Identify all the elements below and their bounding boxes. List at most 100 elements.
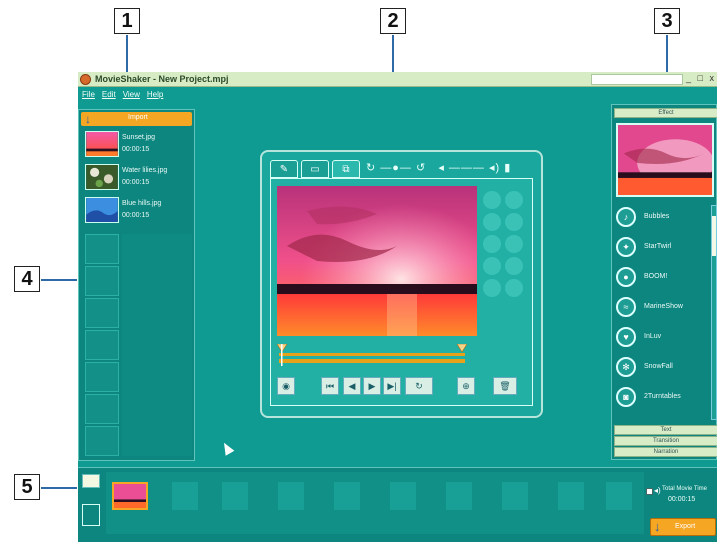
effect-label: Bubbles bbox=[644, 213, 670, 220]
fit-frame-icon[interactable]: ⊕ bbox=[457, 377, 475, 395]
play-icon[interactable]: ▶ bbox=[363, 377, 381, 395]
total-movie-time-value: 00:00:15 bbox=[668, 496, 696, 503]
clip-duration: 00:00:15 bbox=[122, 146, 150, 153]
menu-view[interactable]: View bbox=[123, 90, 140, 102]
tab-effect[interactable]: Effect bbox=[614, 108, 717, 118]
tab-shaker-icon[interactable]: ✎ bbox=[270, 160, 298, 178]
boom-icon: ● bbox=[616, 267, 636, 287]
clip-thumbnail-sunset bbox=[85, 131, 119, 157]
storyboard-slot bbox=[222, 482, 248, 510]
preview-tabs: ✎ ▭ ⧉ bbox=[270, 160, 360, 178]
clip-duration: 00:00:15 bbox=[122, 179, 150, 186]
effect-label: MarineShow bbox=[644, 303, 683, 310]
effect-item[interactable]: ◙ 2Turntables bbox=[616, 385, 710, 409]
timeline-view-icon[interactable] bbox=[82, 504, 100, 526]
preview-area: ◉ ⏮ ◀ ▶ ▶| ↻ ⊕ 🗑 bbox=[270, 178, 533, 406]
tab-narration[interactable]: Narration bbox=[614, 447, 717, 457]
window-title: MovieShaker - New Project.mpj bbox=[95, 74, 229, 84]
empty-slot bbox=[85, 266, 119, 296]
title-bar: MovieShaker - New Project.mpj _ □ x bbox=[78, 72, 717, 87]
clip-duration: 00:00:15 bbox=[122, 212, 150, 219]
import-button[interactable]: ↓ Import bbox=[81, 112, 192, 126]
storyboard-slot bbox=[446, 482, 472, 510]
export-button[interactable]: ↓ Export bbox=[650, 518, 716, 536]
storyboard-strip bbox=[106, 472, 644, 534]
turntable-icon: ◙ bbox=[616, 387, 636, 407]
storyboard-slot bbox=[334, 482, 360, 510]
down-arrow-icon: ↓ bbox=[85, 112, 91, 126]
effect-panel: Effect ♪ Bubbles ✦ StarTwirl ● BOOM! ≈ M… bbox=[611, 104, 717, 460]
clip-item[interactable]: Water lilies.jpg 00:00:15 bbox=[85, 164, 191, 192]
playback-controls: ◉ ⏮ ◀ ▶ ▶| ↻ ⊕ 🗑 bbox=[271, 374, 534, 402]
import-panel: ↓ Import Sunset.jpg 00:00:15 Water lilie… bbox=[78, 109, 195, 461]
storyboard-slot bbox=[558, 482, 584, 510]
clip-thumbnail-blue-hills bbox=[85, 197, 119, 223]
effect-item[interactable]: ● BOOM! bbox=[616, 265, 710, 289]
empty-slot bbox=[85, 298, 119, 328]
heart-icon: ♥ bbox=[616, 327, 636, 347]
loop-toggle-icon[interactable]: ↻ bbox=[405, 377, 433, 395]
effect-item[interactable]: ♥ InLuv bbox=[616, 325, 710, 349]
menu-edit[interactable]: Edit bbox=[102, 90, 116, 102]
title-bar-field bbox=[591, 74, 683, 85]
clip-name: Sunset.jpg bbox=[122, 134, 156, 141]
effect-label: SnowFall bbox=[644, 363, 673, 370]
menu-bar: File Edit View Help bbox=[78, 90, 163, 102]
storyboard-slot bbox=[502, 482, 528, 510]
total-movie-time: ◂) Total Movie Time 00:00:15 bbox=[646, 486, 716, 510]
trim-slider[interactable] bbox=[277, 344, 467, 366]
skip-to-start-icon[interactable]: ⏮ bbox=[321, 377, 339, 395]
app-icon bbox=[80, 74, 91, 85]
effect-item[interactable]: ≈ MarineShow bbox=[616, 295, 710, 319]
callout-1: 1 bbox=[114, 8, 140, 34]
import-list-area bbox=[122, 234, 192, 456]
effect-preview-image bbox=[616, 123, 714, 197]
effect-scroll-thumb[interactable] bbox=[712, 216, 716, 256]
storyboard-slot bbox=[606, 482, 632, 510]
empty-slot bbox=[85, 234, 119, 264]
menu-help[interactable]: Help bbox=[147, 90, 163, 102]
clip-item[interactable]: Blue hills.jpg 00:00:15 bbox=[85, 197, 191, 225]
marine-show-icon: ≈ bbox=[616, 297, 636, 317]
tab-film-icon[interactable]: ▭ bbox=[301, 160, 329, 178]
speaker-icon: ◂) bbox=[654, 486, 661, 495]
down-arrow-icon: ↓ bbox=[654, 519, 661, 534]
effect-item[interactable]: ✻ SnowFall bbox=[616, 355, 710, 379]
effect-label: InLuv bbox=[644, 333, 662, 340]
tab-text[interactable]: Text bbox=[614, 425, 717, 435]
callout-2: 2 bbox=[380, 8, 406, 34]
tab-transition[interactable]: Transition bbox=[614, 436, 717, 446]
storyboard-view-icon[interactable] bbox=[82, 474, 100, 488]
callout-5-line bbox=[41, 487, 77, 489]
effect-item[interactable]: ✦ StarTwirl bbox=[616, 235, 710, 259]
clip-item[interactable]: Sunset.jpg 00:00:15 bbox=[85, 131, 191, 159]
trash-icon[interactable]: 🗑 bbox=[493, 377, 517, 395]
preview-toolrow-icons: ↻ —●— ↺ ◂ ——— ◂) ▮ bbox=[366, 162, 512, 174]
screenshot-stage: 1 2 3 4 5 MovieShaker - New Project.mpj … bbox=[0, 0, 717, 542]
empty-slot bbox=[85, 330, 119, 360]
empty-slot bbox=[85, 362, 119, 392]
storyboard-slot bbox=[278, 482, 304, 510]
effect-list: ♪ Bubbles ✦ StarTwirl ● BOOM! ≈ MarineSh… bbox=[616, 205, 710, 420]
step-forward-icon[interactable]: ▶| bbox=[383, 377, 401, 395]
empty-slot bbox=[85, 394, 119, 424]
storyboard-clip-sunset[interactable] bbox=[112, 482, 148, 510]
effect-label: StarTwirl bbox=[644, 243, 672, 250]
menu-file[interactable]: File bbox=[82, 90, 95, 102]
window-controls[interactable]: _ □ x bbox=[686, 73, 716, 83]
bubbles-icon: ♪ bbox=[616, 207, 636, 227]
audio-checkbox[interactable] bbox=[646, 488, 653, 495]
callout-5: 5 bbox=[14, 474, 40, 500]
tab-copy-icon[interactable]: ⧉ bbox=[332, 160, 360, 178]
snowflake-icon: ✻ bbox=[616, 357, 636, 377]
movieshaker-window: MovieShaker - New Project.mpj _ □ x File… bbox=[78, 72, 717, 542]
effect-item[interactable]: ♪ Bubbles bbox=[616, 205, 710, 229]
preview-panel: ✎ ▭ ⧉ ↻ —●— ↺ ◂ ——— ◂) ▮ ◉ ⏮ ◀ ▶ ▶| ↻ ⊕ … bbox=[260, 150, 543, 418]
snapshot-camera-icon[interactable]: ◉ bbox=[277, 377, 295, 395]
export-label: Export bbox=[675, 523, 696, 530]
callout-4: 4 bbox=[14, 266, 40, 292]
effect-scrollbar[interactable] bbox=[711, 205, 717, 420]
storyboard-slot bbox=[390, 482, 416, 510]
step-back-icon[interactable]: ◀ bbox=[343, 377, 361, 395]
preview-image-sunset bbox=[277, 186, 477, 336]
